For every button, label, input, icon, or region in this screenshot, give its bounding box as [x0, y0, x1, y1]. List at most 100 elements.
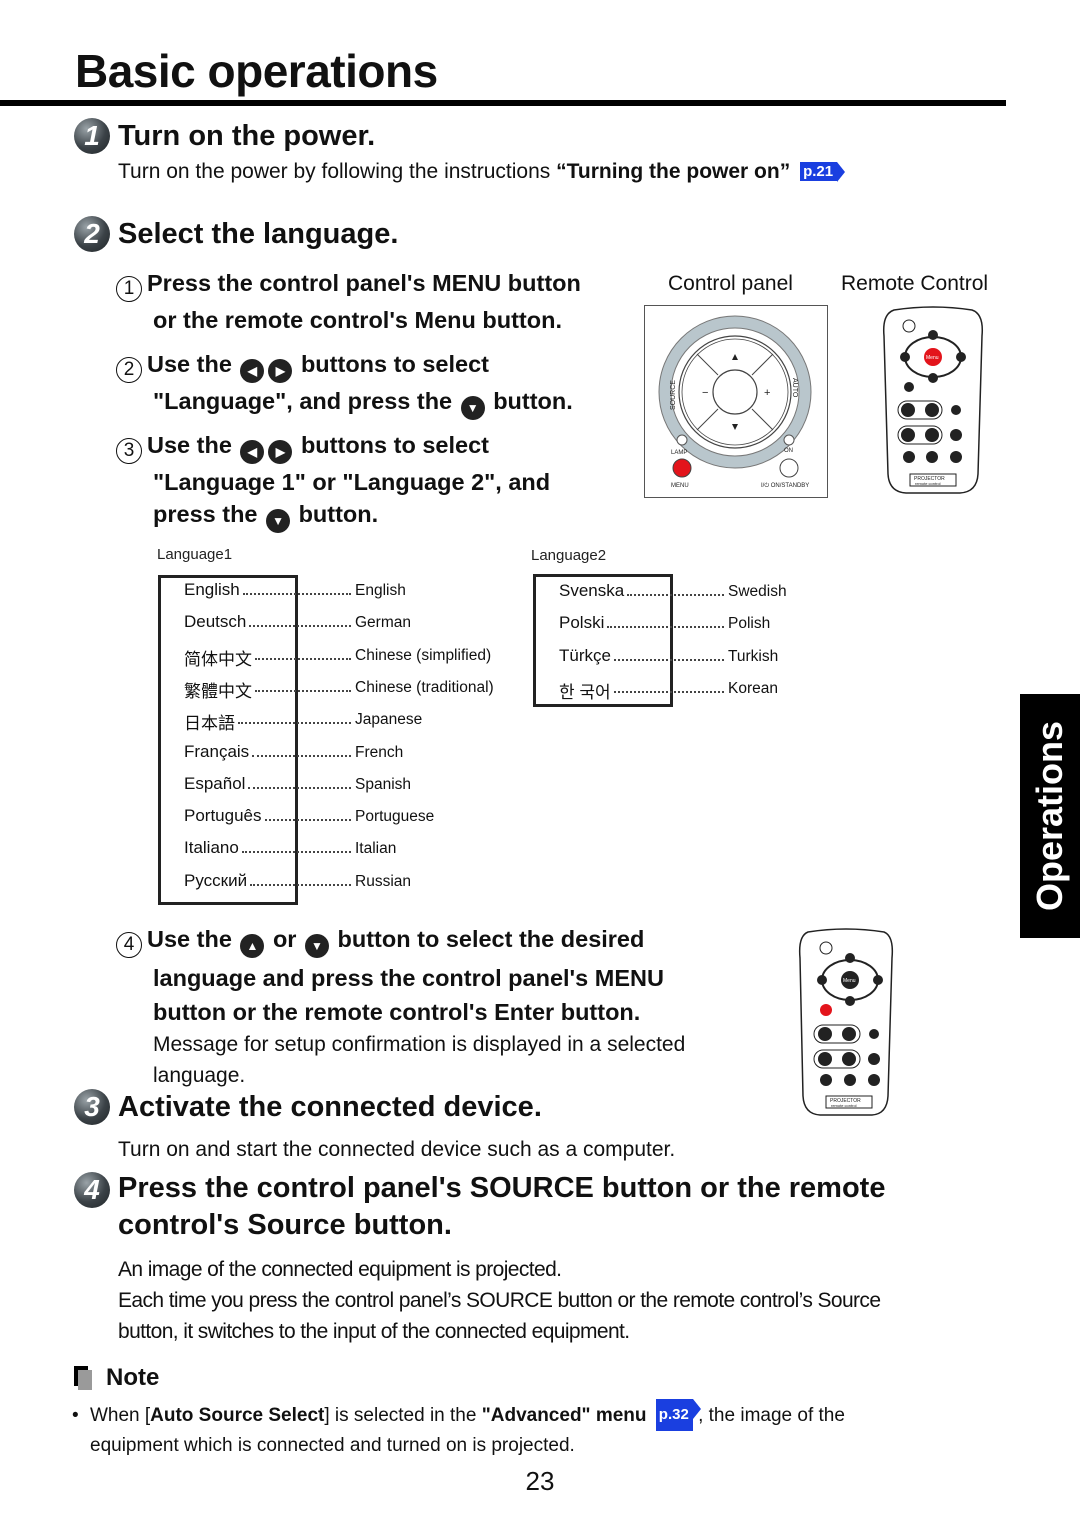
language1-item: Español Spanish — [160, 774, 500, 806]
language-english-name: Chinese (traditional) — [355, 678, 494, 696]
language1-item: Português Portuguese — [160, 806, 500, 838]
language-native-name: Italiano — [184, 838, 239, 858]
remote-control-figure: Menu PROJECTOR remote control — [880, 306, 986, 501]
dotted-leader — [614, 690, 724, 693]
page-ref-link-32[interactable]: p.32 — [655, 1399, 701, 1431]
dotted-leader — [255, 689, 351, 692]
left-arrow-button-icon: ◀ — [240, 359, 265, 383]
svg-text:+: + — [764, 387, 770, 399]
step-3-body: Turn on and start the connected device s… — [118, 1138, 676, 1161]
language-english-name: Turkish — [728, 647, 779, 665]
circled-number-1-icon: 1 — [116, 276, 142, 302]
right-arrow-button-icon: ▶ — [268, 440, 293, 464]
language2-item: Polski Polish — [535, 613, 835, 645]
step-1-bold-text: “Turning the power on” — [556, 160, 791, 183]
language-native-name: Español — [184, 773, 246, 793]
step-4-body-line3: button, it switches to the input of the … — [118, 1320, 630, 1343]
substep-4-line3: button or the remote control's Enter but… — [153, 999, 641, 1025]
substep-1: 1 Press the control panel's MENU button o… — [116, 265, 581, 338]
dotted-leader — [250, 883, 351, 886]
svg-text:I/⏻ ON/STANDBY: I/⏻ ON/STANDBY — [761, 482, 809, 489]
svg-text:MENU: MENU — [671, 483, 689, 489]
language2-list: Svenska Swedish Polski Polish Türkçe Turkish 한… — [535, 581, 835, 706]
substep-1-line2: or the remote control's Menu button. — [153, 307, 563, 333]
language1-item: Français French — [160, 742, 500, 774]
svg-text:SOURCE: SOURCE — [670, 380, 677, 410]
language1-item: 简体中文 Chinese (simplified) — [160, 645, 500, 677]
substep-2: 2 Use the ◀ ▶ buttons to select "Language"… — [116, 346, 573, 420]
side-tab-label: Operations — [1029, 720, 1070, 912]
down-arrow-button-icon: ▼ — [266, 509, 291, 533]
language1-label: Language1 — [157, 546, 233, 563]
svg-text:AUTO: AUTO — [791, 378, 798, 398]
language-english-name: Japanese — [355, 711, 423, 729]
language1-item: English English — [160, 580, 500, 612]
svg-text:ON: ON — [784, 448, 793, 454]
language-english-name: Korean — [728, 679, 778, 697]
language1-item: 繁體中文 Chinese (traditional) — [160, 677, 500, 709]
note-title: Note — [106, 1364, 160, 1391]
control-panel-label: Control panel — [668, 272, 793, 295]
note-bold-1: Auto Source Select — [150, 1405, 325, 1426]
language-english-name: Chinese (simplified) — [355, 646, 492, 664]
language1-list: English English Deutsch German 简体中文 Chinese (… — [160, 580, 500, 900]
substep-4-line2: language and press the control panel's M… — [153, 965, 664, 991]
step-4-body: An image of the connected equipment is p… — [118, 1254, 881, 1347]
language2-item: Svenska Swedish — [535, 581, 835, 613]
dotted-leader — [614, 658, 724, 661]
up-arrow-button-icon: ▲ — [240, 934, 265, 958]
dotted-leader — [255, 657, 351, 660]
substep-3-text-a: Use the — [147, 432, 232, 458]
step-number-2-icon: 2 — [74, 216, 110, 252]
dotted-leader — [249, 625, 351, 628]
language-english-name: German — [355, 614, 411, 632]
step-4-heading: 4 Press the control panel's SOURCE butto… — [74, 1170, 885, 1244]
language-native-name: 한 국어 — [559, 682, 611, 702]
step-1-heading: 1 Turn on the power. — [74, 118, 375, 154]
substep-3: 3 Use the ◀ ▶ buttons to select "Language … — [116, 427, 550, 533]
substep-2-text-b: buttons to select — [300, 351, 489, 377]
language-english-name: Swedish — [728, 583, 787, 600]
language-english-name: Polish — [728, 615, 771, 633]
down-arrow-button-icon: ▼ — [460, 396, 485, 420]
step-1-body: Turn on the power by following the instr… — [118, 160, 846, 184]
language-native-name: Français — [184, 741, 250, 761]
dotted-leader — [607, 626, 724, 629]
svg-text:−: − — [702, 387, 708, 399]
language-native-name: Русский — [184, 870, 248, 890]
step-1-text: Turn on the power by following the instr… — [118, 160, 557, 183]
language2-item: Türkçe Turkish — [535, 646, 835, 678]
language-english-name: Portuguese — [355, 808, 435, 826]
note-line2: equipment which is connected and turned … — [90, 1435, 575, 1456]
language-native-name: English — [184, 580, 240, 599]
operations-side-tab[interactable]: Operations — [1020, 694, 1080, 938]
left-arrow-button-icon: ◀ — [240, 440, 265, 464]
language-native-name: Português — [184, 806, 262, 826]
language2-label: Language2 — [531, 547, 607, 564]
language-english-name: English — [355, 582, 406, 599]
substep-2-text-a: Use the — [147, 351, 232, 377]
language-native-name: Polski — [559, 613, 605, 633]
language-native-name: 繁體中文 — [184, 681, 252, 701]
language1-item: Deutsch German — [160, 612, 500, 644]
language1-item: Italiano Italian — [160, 838, 500, 870]
language-native-name: 日本語 — [184, 714, 235, 734]
step-4-body-line2: Each time you press the control panel’s … — [118, 1289, 881, 1312]
svg-text:remote control: remote control — [831, 1103, 857, 1108]
circled-number-2-icon: 2 — [116, 357, 142, 383]
language-native-name: Svenska — [559, 581, 625, 600]
step-number-1-icon: 1 — [74, 118, 110, 154]
note-text-2: ] is selected in the — [324, 1405, 482, 1426]
dotted-leader — [252, 754, 351, 757]
note-heading: Note — [74, 1364, 159, 1392]
page-ref-link-21[interactable]: p.21 — [800, 162, 846, 182]
language-native-name: Deutsch — [184, 612, 247, 632]
svg-text:Menu: Menu — [843, 978, 856, 984]
control-panel-figure: − + SOURCE AUTO LAMP MENU ON I/⏻ ON/STAN… — [644, 305, 828, 498]
step-2-heading: 2 Select the language. — [74, 216, 398, 252]
page-number: 23 — [525, 1466, 555, 1496]
note-text-3: , the image of the — [698, 1405, 845, 1426]
remote-control-enter-illustration: Menu PROJECTOR remote control — [798, 928, 894, 1116]
svg-text:Menu: Menu — [926, 355, 939, 361]
step-number-3-icon: 3 — [74, 1089, 110, 1125]
